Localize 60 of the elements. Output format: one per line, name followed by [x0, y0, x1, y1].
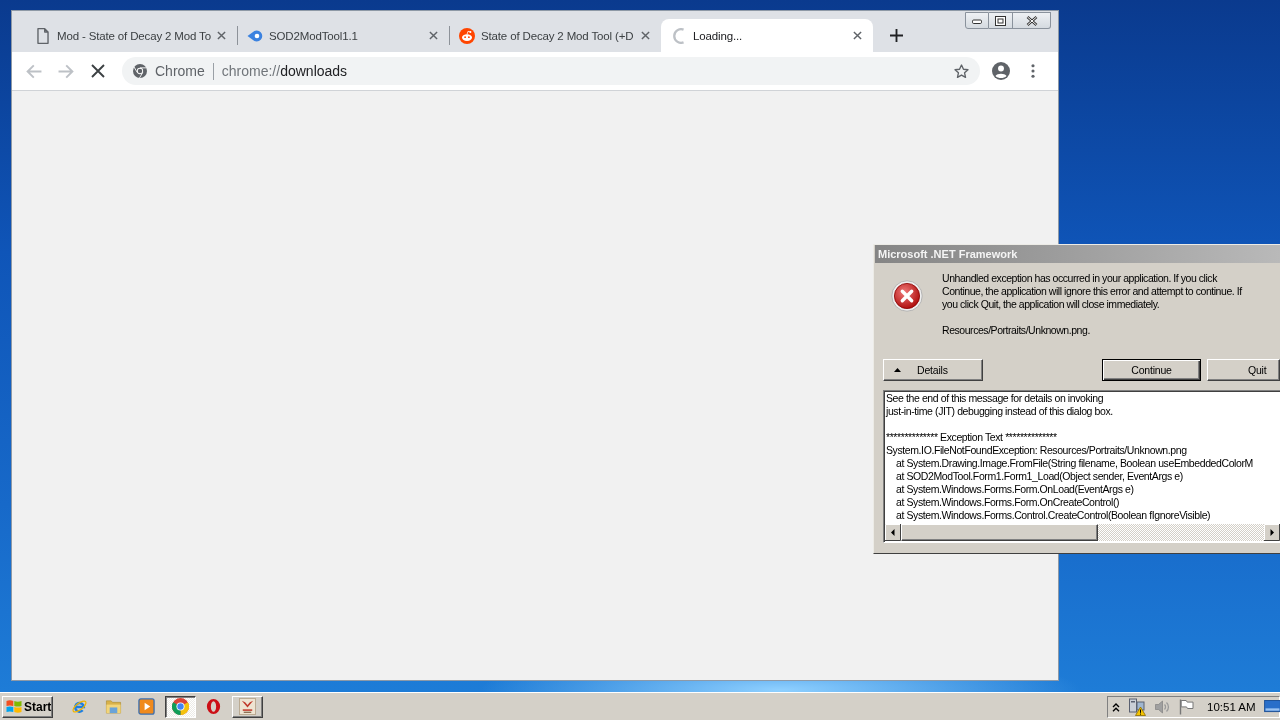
browser-tab[interactable]: State of Decay 2 Mod Tool (+D [449, 19, 661, 52]
browser-e-icon[interactable] [71, 698, 89, 715]
flag-icon[interactable] [1178, 698, 1194, 715]
details-text-box[interactable] [883, 390, 1280, 543]
monitor-icon[interactable] [1263, 700, 1280, 713]
site-chip-label: Chrome [155, 63, 205, 79]
close-icon[interactable] [217, 31, 226, 40]
details-line: at System.Windows.Forms.Form.OnLoad(EventArgs e) [896, 483, 1134, 496]
details-button[interactable]: Details [883, 359, 983, 381]
network-warning-icon[interactable] [1128, 697, 1146, 716]
error-message: Unhandled exception has occurred in your application. If you click Continue, the application will ignore this error and attempt to continue. If you click Quit, the application will close immediately. [942, 272, 1242, 311]
start-button[interactable]: Start [2, 695, 53, 718]
minimize-icon [972, 17, 982, 24]
spinner-icon [671, 27, 687, 44]
taskbar-button[interactable] [164, 695, 196, 718]
details-line: System.IO.FileNotFoundException: Resources/Portraits/Unknown.png [886, 444, 1187, 457]
scroll-right-arrow-icon[interactable] [1264, 524, 1280, 541]
stop-icon[interactable] [90, 63, 106, 79]
quit-button[interactable]: Quit [1207, 359, 1280, 381]
restore-button[interactable] [989, 12, 1013, 29]
details-line: See the end of this message for details on invoking [886, 392, 1104, 405]
close-window-button[interactable] [1013, 12, 1051, 29]
address-bar[interactable]: Chrome chrome://downloads [122, 57, 980, 85]
browser-tab[interactable]: Mod - State of Decay 2 Mod To [25, 19, 237, 52]
details-line: at System.Windows.Forms.Control.CreateControl(Boolean fIgnoreVisible) [896, 509, 1211, 522]
url-text: chrome://downloads [221, 63, 348, 79]
close-icon [1025, 15, 1038, 26]
clock[interactable]: 10:51 AM [1207, 700, 1256, 713]
windows-flag-icon [6, 699, 22, 714]
alien-head-icon [459, 27, 475, 44]
details-line: just-in-time (JIT) debugging instead of this dialog box. [886, 405, 1113, 418]
menu-icon[interactable] [1031, 64, 1035, 78]
person-circle-icon[interactable] [992, 62, 1010, 80]
browser-tab[interactable]: Loading... [661, 19, 873, 52]
horizontal-scrollbar[interactable] [885, 524, 1280, 541]
close-icon[interactable] [853, 31, 862, 40]
restore-icon [995, 15, 1006, 26]
dialog-title: Microsoft .NET Framework [878, 248, 1018, 260]
scrollbar-thumb[interactable] [901, 524, 1098, 541]
continue-button[interactable]: Continue [1102, 359, 1201, 381]
emblem-icon [238, 698, 256, 715]
browser-tab[interactable]: SOD2ModTool1.1 [237, 19, 449, 52]
chrome-logo-icon [133, 64, 147, 78]
document-icon [35, 27, 51, 44]
scroll-left-arrow-icon[interactable] [885, 524, 901, 541]
letter-o-icon[interactable] [205, 698, 223, 715]
details-line: at System.Windows.Forms.Form.OnCreateControl() [896, 496, 1120, 509]
details-line: ************** Exception Text ************** [886, 431, 1057, 444]
details-line: at SOD2ModTool.Form1.Form1_Load(Object sender, EventArgs e) [896, 470, 1183, 483]
star-icon[interactable] [954, 63, 969, 79]
minimize-button[interactable] [965, 12, 989, 29]
chrome-logo-icon [171, 698, 189, 715]
play-tile-icon[interactable] [138, 698, 156, 715]
plus-icon[interactable] [890, 29, 903, 42]
chevron-up-icon[interactable] [1112, 701, 1120, 712]
error-icon [891, 280, 923, 312]
close-icon[interactable] [641, 31, 650, 40]
missing-file-path: Resources/Portraits/Unknown.png. [942, 324, 1091, 337]
close-icon[interactable] [429, 31, 438, 40]
details-line: at System.Drawing.Image.FromFile(String filename, Boolean useEmbeddedColorM [896, 457, 1253, 470]
